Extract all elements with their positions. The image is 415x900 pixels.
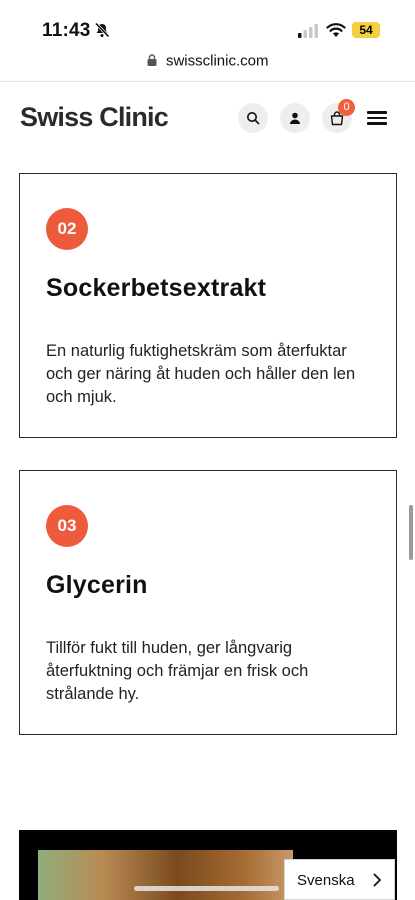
- url-text[interactable]: swissclinic.com: [166, 52, 269, 69]
- ingredient-title: Sockerbetsextrakt: [46, 274, 267, 302]
- scrollbar[interactable]: [409, 505, 413, 560]
- search-button[interactable]: [238, 103, 268, 133]
- hero-image: [38, 850, 293, 900]
- status-time: 11:43: [42, 20, 91, 41]
- hamburger-icon-bar: [367, 111, 387, 114]
- ingredient-card: 03 Glycerin Tillför fukt till huden, ger…: [19, 470, 397, 735]
- ingredient-number-badge: 02: [46, 208, 88, 250]
- chevron-right-icon: [373, 873, 381, 887]
- search-icon: [247, 112, 260, 125]
- logo[interactable]: Swiss Clinic: [20, 102, 169, 133]
- ingredient-description: Tillför fukt till huden, ger långvarig å…: [46, 639, 309, 703]
- ingredient-title: Glycerin: [46, 571, 148, 599]
- user-icon: [290, 112, 300, 124]
- language-label: Svenska: [297, 872, 355, 889]
- hamburger-icon-bar: [367, 116, 387, 119]
- account-button[interactable]: [280, 103, 310, 133]
- cellular-signal-icon: [298, 24, 318, 38]
- lock-icon: [147, 54, 157, 66]
- hamburger-icon-bar: [367, 122, 387, 125]
- ingredient-number-badge: 03: [46, 505, 88, 547]
- home-indicator[interactable]: [134, 886, 279, 891]
- cart-count-badge: 0: [338, 99, 355, 116]
- menu-button[interactable]: [367, 108, 391, 128]
- url-bar[interactable]: swissclinic.com: [0, 52, 415, 82]
- ingredient-description: En naturlig fuktighetskräm som återfukta…: [46, 342, 356, 406]
- site-header: Swiss Clinic: [0, 90, 415, 150]
- ingredient-card: 02 Sockerbetsextrakt En naturlig fuktigh…: [19, 173, 397, 438]
- wifi-icon: [326, 23, 346, 37]
- battery-indicator: 54: [352, 22, 380, 38]
- bell-off-icon: [94, 22, 110, 38]
- status-bar: 11:43 54: [0, 0, 415, 50]
- language-selector[interactable]: Svenska: [284, 859, 395, 900]
